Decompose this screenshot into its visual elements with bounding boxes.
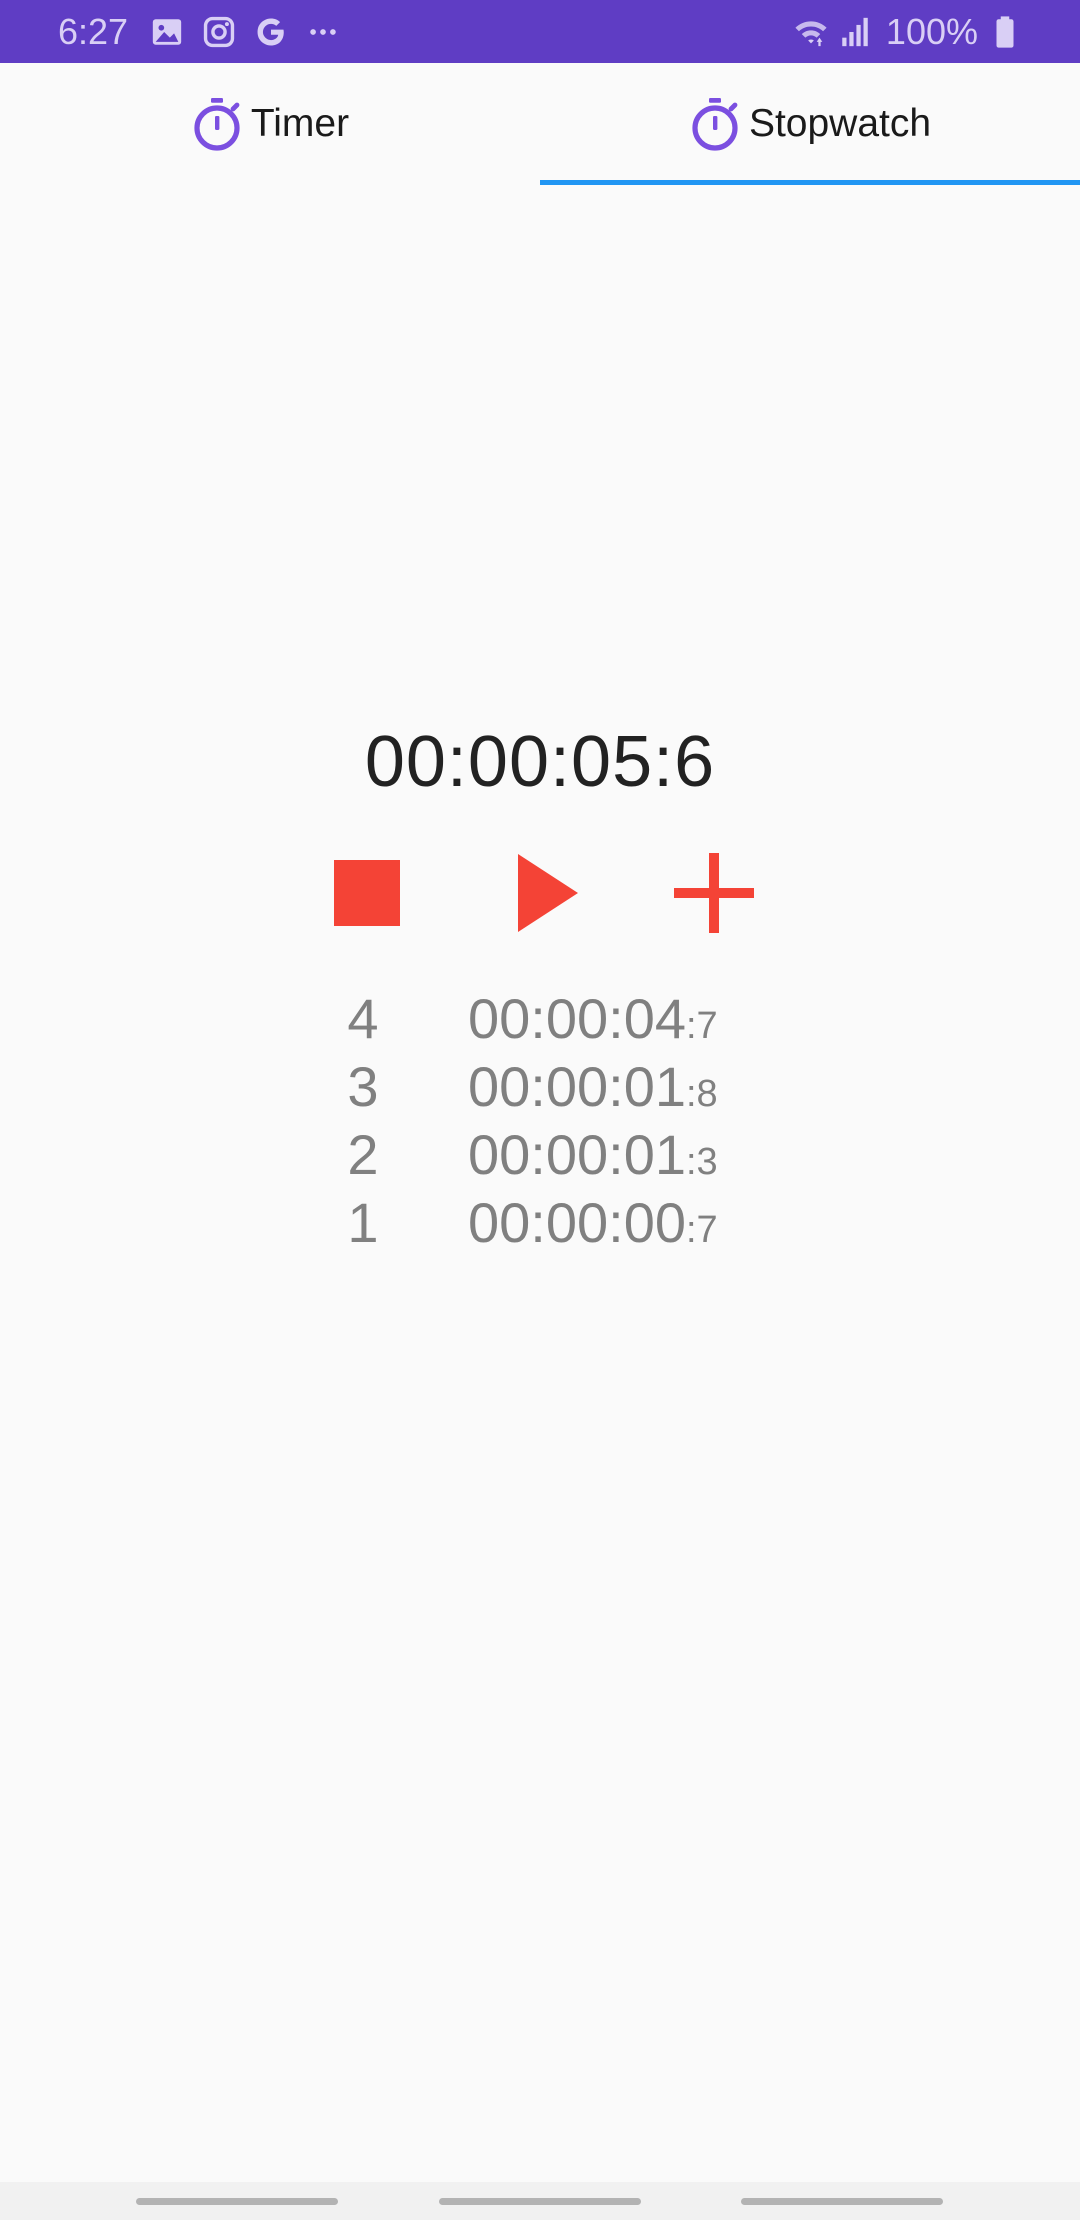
lap-time: 00:00:01:8: [468, 1053, 718, 1128]
stopwatch-panel: 00:00:05:6 4 00:00:04:7 3 00:00:01:8 2 0…: [0, 185, 1080, 2182]
instagram-icon: [203, 16, 235, 47]
status-right: 100%: [794, 11, 1022, 53]
lap-time-tenth: :8: [685, 1073, 718, 1115]
more-icon: [310, 28, 336, 35]
nav-recents-handle[interactable]: [136, 2198, 338, 2205]
lap-button[interactable]: [669, 853, 759, 933]
lap-time-tenth: :7: [685, 1005, 718, 1047]
stopwatch-icon: [194, 98, 240, 151]
lap-list: 4 00:00:04:7 3 00:00:01:8 2 00:00:01:3 1…: [0, 985, 1080, 1257]
nav-home-handle[interactable]: [439, 2198, 641, 2205]
tab-stopwatch[interactable]: Stopwatch: [540, 63, 1080, 185]
lap-time: 00:00:01:3: [468, 1121, 718, 1196]
play-button[interactable]: [502, 853, 592, 933]
plus-icon: [674, 853, 754, 933]
tab-timer-label: Timer: [250, 102, 350, 145]
system-nav-bar: [0, 2182, 1080, 2220]
signal-icon: [842, 17, 868, 46]
lap-time-tenth: :3: [685, 1141, 718, 1183]
lap-number: 4: [347, 987, 379, 1050]
lap-time-main: 00:00:04: [468, 987, 686, 1050]
lap-time-main: 00:00:01: [468, 1055, 686, 1118]
gallery-icon: [152, 18, 182, 45]
battery-percentage: 100%: [885, 10, 978, 52]
nav-back-handle[interactable]: [741, 2198, 943, 2205]
lap-time-main: 00:00:01: [468, 1123, 686, 1186]
tab-stopwatch-label: Stopwatch: [748, 102, 932, 145]
status-time: 6:27: [58, 10, 129, 52]
stop-icon: [334, 860, 400, 926]
tab-bar: Timer Stopwatch: [0, 63, 1080, 185]
lap-time: 00:00:00:7: [468, 1189, 718, 1264]
lap-row: 3 00:00:01:8: [0, 1053, 1080, 1121]
lap-time-tenth: :7: [685, 1209, 718, 1251]
status-bar: 6:27 100%: [0, 0, 1080, 63]
battery-icon: [996, 15, 1014, 48]
lap-row: 1 00:00:00:7: [0, 1189, 1080, 1257]
lap-number: 3: [347, 1055, 379, 1118]
tab-timer[interactable]: Timer: [0, 63, 540, 185]
stopwatch-controls: [0, 853, 1080, 933]
lap-time-main: 00:00:00: [468, 1191, 686, 1254]
elapsed-time-display: 00:00:05:6: [364, 722, 716, 802]
play-icon: [518, 854, 578, 932]
google-icon: [257, 18, 284, 45]
status-left: 6:27: [58, 11, 358, 53]
lap-time: 00:00:04:7: [468, 985, 718, 1060]
stopwatch-icon: [692, 98, 738, 151]
lap-number: 2: [347, 1123, 379, 1186]
wifi-icon: [795, 20, 827, 46]
lap-row: 2 00:00:01:3: [0, 1121, 1080, 1189]
stop-button[interactable]: [322, 853, 412, 933]
lap-row: 4 00:00:04:7: [0, 985, 1080, 1053]
lap-number: 1: [347, 1191, 379, 1254]
